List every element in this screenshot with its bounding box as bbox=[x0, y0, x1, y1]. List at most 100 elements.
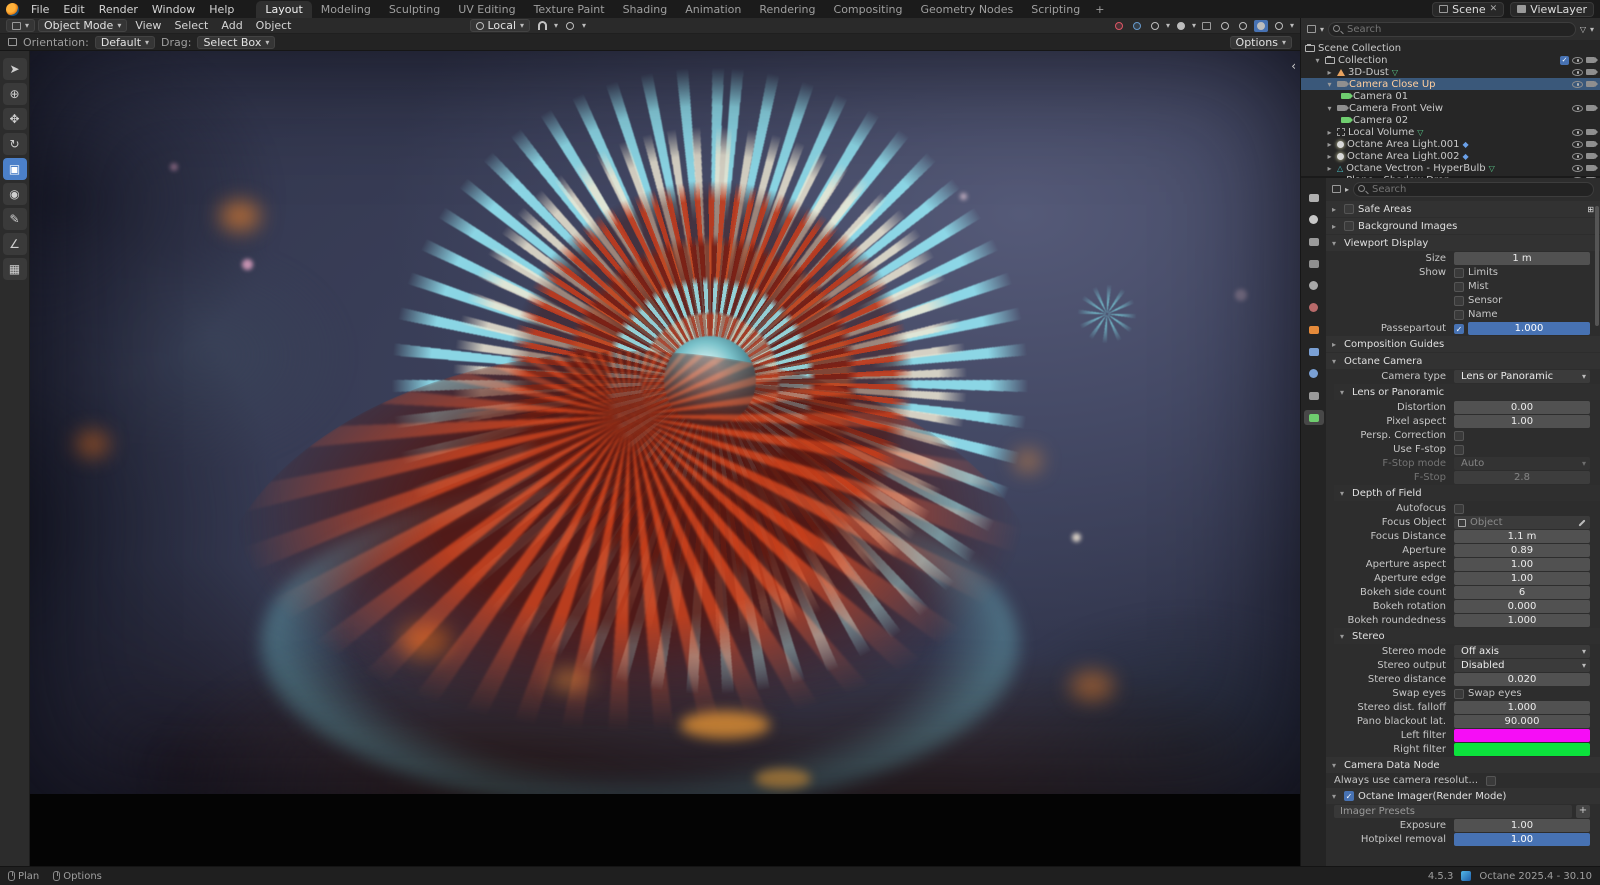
tab-animation[interactable]: Animation bbox=[676, 1, 750, 18]
disable-render-icon[interactable] bbox=[1586, 129, 1595, 135]
caret-icon[interactable]: ▾ bbox=[1320, 25, 1324, 34]
menu-add[interactable]: Add bbox=[216, 19, 247, 32]
passepartout-slider[interactable]: 1.000 bbox=[1468, 322, 1590, 335]
disable-render-icon[interactable] bbox=[1586, 165, 1595, 171]
shading-dropdown-icon[interactable]: ▾ bbox=[1290, 21, 1294, 30]
menu-help[interactable]: Help bbox=[203, 2, 240, 17]
properties-scrollbar[interactable] bbox=[1595, 206, 1599, 326]
expand-arrow-icon[interactable]: ▸ bbox=[1325, 68, 1334, 77]
panel-viewport-display[interactable]: ▾ Viewport Display bbox=[1326, 235, 1600, 251]
outliner-row-collection[interactable]: ▾ Collection ✓ bbox=[1301, 54, 1600, 66]
focus-object-field[interactable]: Object bbox=[1454, 516, 1590, 529]
panel-depth-of-field[interactable]: ▾ Depth of Field bbox=[1334, 485, 1600, 501]
panel-camera-data-node[interactable]: ▾ Camera Data Node bbox=[1326, 757, 1600, 773]
tab-layout[interactable]: Layout bbox=[256, 1, 311, 18]
right-filter-color-swatch[interactable] bbox=[1454, 743, 1590, 756]
transform-orientation-dropdown[interactable]: Local ▾ bbox=[470, 19, 531, 32]
transform-tool[interactable]: ◉ bbox=[3, 183, 27, 205]
menu-render[interactable]: Render bbox=[93, 2, 144, 17]
panel-arrow-icon[interactable]: ▾ bbox=[1332, 357, 1340, 366]
safe-areas-checkbox[interactable] bbox=[1344, 204, 1354, 214]
hide-viewport-icon[interactable] bbox=[1572, 153, 1583, 160]
panel-arrow-icon[interactable]: ▾ bbox=[1332, 792, 1340, 801]
outliner-search-input[interactable] bbox=[1328, 22, 1576, 37]
add-cube-tool[interactable]: ▦ bbox=[3, 258, 27, 280]
viewport-3d[interactable]: ‹ bbox=[30, 51, 1300, 866]
rotate-tool[interactable]: ↻ bbox=[3, 133, 27, 155]
pixel-aspect-slider[interactable]: 1.00 bbox=[1454, 415, 1590, 428]
scale-tool[interactable]: ▣ bbox=[3, 158, 27, 180]
panel-stereo[interactable]: ▾ Stereo bbox=[1334, 628, 1600, 644]
tab-geometry-nodes[interactable]: Geometry Nodes bbox=[911, 1, 1022, 18]
use-fstop-checkbox[interactable] bbox=[1454, 445, 1464, 455]
menu-select[interactable]: Select bbox=[169, 19, 213, 32]
menu-edit[interactable]: Edit bbox=[57, 2, 90, 17]
tab-uv-editing[interactable]: UV Editing bbox=[449, 1, 524, 18]
shading-rendered-button[interactable] bbox=[1272, 20, 1286, 32]
drag-setting-dropdown[interactable]: Select Box ▾ bbox=[197, 36, 275, 49]
tab-compositing[interactable]: Compositing bbox=[825, 1, 912, 18]
sensor-checkbox[interactable] bbox=[1454, 296, 1464, 306]
bokeh-roundedness-slider[interactable]: 1.000 bbox=[1454, 614, 1590, 627]
hotpixel-removal-slider[interactable]: 1.00 bbox=[1454, 833, 1590, 846]
snap-toggle[interactable] bbox=[535, 20, 549, 32]
expand-arrow-icon[interactable]: ▾ bbox=[1313, 56, 1322, 65]
octane-imager-checkbox[interactable]: ✓ bbox=[1344, 791, 1354, 801]
toggle-xray[interactable] bbox=[1200, 20, 1214, 32]
tab-modeling[interactable]: Modeling bbox=[312, 1, 380, 18]
outliner-row-vectron-hyperbulb[interactable]: ▸ △ Octane Vectron - HyperBulb ▽ bbox=[1301, 162, 1600, 174]
expand-arrow-icon[interactable]: ▸ bbox=[1325, 152, 1334, 161]
hide-viewport-icon[interactable] bbox=[1572, 129, 1583, 136]
hide-viewport-icon[interactable] bbox=[1572, 165, 1583, 172]
panel-arrow-icon[interactable]: ▸ bbox=[1332, 205, 1340, 214]
background-images-checkbox[interactable] bbox=[1344, 221, 1354, 231]
panel-arrow-icon[interactable]: ▾ bbox=[1340, 388, 1348, 397]
panel-arrow-icon[interactable]: ▾ bbox=[1340, 632, 1348, 641]
outliner-row-area-light-002[interactable]: ▸ Octane Area Light.002 ◆ bbox=[1301, 150, 1600, 162]
tab-object-data[interactable] bbox=[1304, 410, 1324, 425]
outliner-row-3d-dust[interactable]: ▸ 3D-Dust ▽ bbox=[1301, 66, 1600, 78]
editor-type-button[interactable]: ▾ bbox=[6, 19, 35, 32]
outliner-row-camera-close-up[interactable]: ▾ Camera Close Up bbox=[1301, 78, 1600, 90]
shading-wireframe-button[interactable] bbox=[1218, 20, 1232, 32]
panel-lens-or-panoramic[interactable]: ▾ Lens or Panoramic bbox=[1334, 384, 1600, 400]
panel-arrow-icon[interactable]: ▾ bbox=[1332, 239, 1340, 248]
unlink-scene-icon[interactable]: ✕ bbox=[1490, 4, 1498, 14]
outliner-row-scene-collection[interactable]: Scene Collection bbox=[1301, 42, 1600, 54]
disable-render-icon[interactable] bbox=[1586, 57, 1595, 63]
cursor-tool[interactable]: ⊕ bbox=[3, 83, 27, 105]
show-gizmo-toggle[interactable] bbox=[1148, 20, 1162, 32]
collection-checkbox[interactable]: ✓ bbox=[1560, 56, 1569, 65]
tab-view-layer[interactable] bbox=[1304, 256, 1324, 271]
tab-physics[interactable] bbox=[1304, 366, 1324, 381]
hide-viewport-icon[interactable] bbox=[1572, 81, 1583, 88]
show-overlays-toggle[interactable] bbox=[1174, 20, 1188, 32]
panel-arrow-icon[interactable]: ▸ bbox=[1332, 222, 1340, 231]
expand-arrow-icon[interactable]: ▸ bbox=[1325, 164, 1334, 173]
tab-scene[interactable] bbox=[1304, 278, 1324, 293]
render-pass-blue-toggle[interactable] bbox=[1130, 20, 1144, 32]
viewlayer-selector[interactable]: ViewLayer bbox=[1510, 2, 1594, 17]
tab-output[interactable] bbox=[1304, 234, 1324, 249]
measure-tool[interactable]: ∠ bbox=[3, 233, 27, 255]
outliner-display-mode-icon[interactable] bbox=[1307, 25, 1316, 33]
select-box-tool[interactable]: ➤ bbox=[3, 58, 27, 80]
outliner-options-icon[interactable]: ▾ bbox=[1590, 25, 1594, 34]
stereo-mode-dropdown[interactable]: Off axis ▾ bbox=[1454, 645, 1590, 658]
annotate-tool[interactable]: ✎ bbox=[3, 208, 27, 230]
size-slider[interactable]: 1 m bbox=[1454, 252, 1590, 265]
sidebar-collapse-icon[interactable]: ‹ bbox=[1291, 59, 1296, 73]
render-pass-red-toggle[interactable] bbox=[1112, 20, 1126, 32]
tab-tool[interactable] bbox=[1304, 190, 1324, 205]
gizmo-dropdown-icon[interactable]: ▾ bbox=[1166, 21, 1170, 30]
outliner-row-local-volume[interactable]: ▸ Local Volume ▽ bbox=[1301, 126, 1600, 138]
add-workspace-button[interactable]: + bbox=[1089, 1, 1110, 18]
bokeh-rotation-slider[interactable]: 0.000 bbox=[1454, 600, 1590, 613]
move-tool[interactable]: ✥ bbox=[3, 108, 27, 130]
panel-background-images[interactable]: ▸ Background Images bbox=[1326, 218, 1600, 234]
panel-arrow-icon[interactable]: ▾ bbox=[1340, 489, 1348, 498]
disable-render-icon[interactable] bbox=[1586, 81, 1595, 87]
orientation-setting-dropdown[interactable]: Default ▾ bbox=[95, 36, 155, 49]
panel-safe-areas[interactable]: ▸ Safe Areas ⊞ bbox=[1326, 201, 1600, 217]
tab-object[interactable] bbox=[1304, 322, 1324, 337]
